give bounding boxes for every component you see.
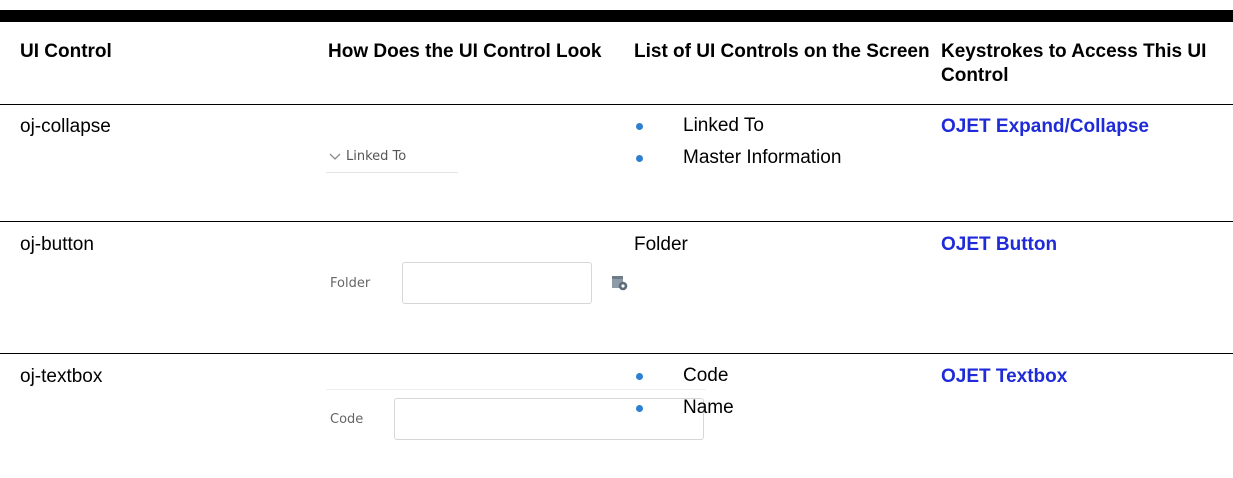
folder-settings-icon[interactable] bbox=[611, 274, 629, 292]
collapse-mock[interactable]: Linked To bbox=[326, 147, 458, 173]
header-ui-control: UI Control bbox=[20, 41, 112, 62]
header-keystrokes: Keystrokes to Access This UI Control bbox=[941, 41, 1207, 86]
row-divider bbox=[0, 353, 1233, 354]
row-collapse-control: oj-collapse bbox=[20, 116, 111, 137]
header-how-looks: How Does the UI Control Look bbox=[328, 41, 602, 62]
chevron-down-icon bbox=[329, 153, 341, 160]
code-mock-input[interactable] bbox=[394, 398, 704, 440]
bullet-icon bbox=[636, 155, 643, 162]
top-bar bbox=[0, 10, 1233, 22]
bullet-icon bbox=[636, 405, 643, 412]
link-ojet-textbox[interactable]: OJET Textbox bbox=[941, 365, 1067, 389]
link-ojet-expand-collapse[interactable]: OJET Expand/Collapse bbox=[941, 115, 1149, 139]
list-item: Folder bbox=[634, 234, 688, 255]
bullet-icon bbox=[636, 123, 643, 130]
bullet-icon bbox=[636, 373, 643, 380]
link-ojet-button[interactable]: OJET Button bbox=[941, 233, 1057, 257]
collapse-mock-label: Linked To bbox=[346, 149, 407, 164]
textbox-mock-divider bbox=[326, 389, 706, 390]
header-divider bbox=[0, 104, 1233, 105]
row-button-control: oj-button bbox=[20, 234, 94, 255]
row-divider bbox=[0, 221, 1233, 222]
header-list-controls: List of UI Controls on the Screen bbox=[634, 41, 930, 62]
folder-mock-label: Folder bbox=[330, 276, 371, 291]
code-mock-label: Code bbox=[330, 412, 364, 427]
row-textbox-control: oj-textbox bbox=[20, 366, 103, 387]
folder-mock-input[interactable] bbox=[402, 262, 592, 304]
